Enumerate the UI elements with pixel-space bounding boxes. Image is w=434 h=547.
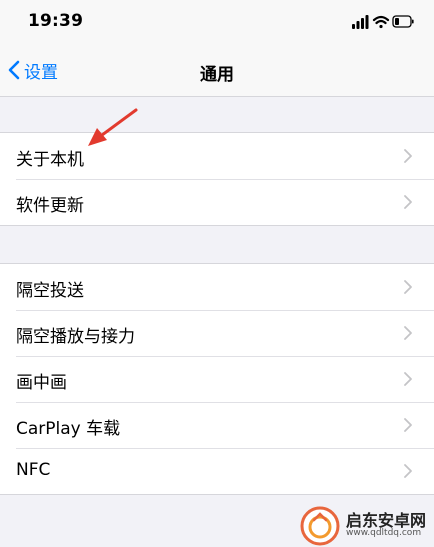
row-software-update[interactable]: 软件更新 — [0, 179, 434, 225]
chevron-right-icon — [404, 418, 412, 432]
row-picture-in-picture[interactable]: 画中画 — [0, 356, 434, 402]
row-label: 隔空投送 — [16, 281, 84, 301]
row-about[interactable]: 关于本机 — [0, 133, 434, 179]
status-icons — [352, 14, 414, 30]
signal-icon — [352, 15, 369, 29]
status-time: 19:39 — [28, 11, 84, 31]
status-bar: 19:39 — [0, 0, 434, 44]
chevron-right-icon — [404, 149, 412, 163]
chevron-right-icon — [404, 372, 412, 386]
watermark-title: 启东安卓网 — [346, 510, 427, 530]
chevron-right-icon — [404, 280, 412, 294]
wifi-icon — [372, 15, 390, 29]
red-arrow-annotation — [88, 108, 138, 146]
row-airdrop[interactable]: 隔空投送 — [0, 264, 434, 310]
chevron-right-icon — [404, 464, 412, 478]
battery-icon — [392, 15, 414, 28]
row-label: NFC — [16, 460, 51, 480]
row-label: CarPlay 车载 — [16, 419, 121, 439]
row-airplay-handoff[interactable]: 隔空播放与接力 — [0, 310, 434, 356]
settings-group-1: 关于本机 软件更新 — [0, 132, 434, 226]
watermark: 启东安卓网 www.qdltdq.com — [300, 504, 434, 547]
watermark-logo-icon — [300, 506, 340, 545]
settings-group-2: 隔空投送 隔空播放与接力 画中画 CarPlay 车载 NFC — [0, 263, 434, 495]
row-label: 隔空播放与接力 — [16, 327, 135, 347]
row-nfc[interactable]: NFC — [0, 448, 434, 494]
row-carplay[interactable]: CarPlay 车载 — [0, 402, 434, 448]
row-label: 关于本机 — [16, 150, 84, 170]
row-label: 画中画 — [16, 373, 67, 393]
chevron-right-icon — [404, 326, 412, 340]
chevron-right-icon — [404, 195, 412, 209]
row-label: 软件更新 — [16, 196, 84, 216]
nav-bar: 设置 通用 — [0, 44, 434, 97]
page-title: 通用 — [200, 65, 234, 85]
watermark-url: www.qdltdq.com — [346, 528, 422, 539]
